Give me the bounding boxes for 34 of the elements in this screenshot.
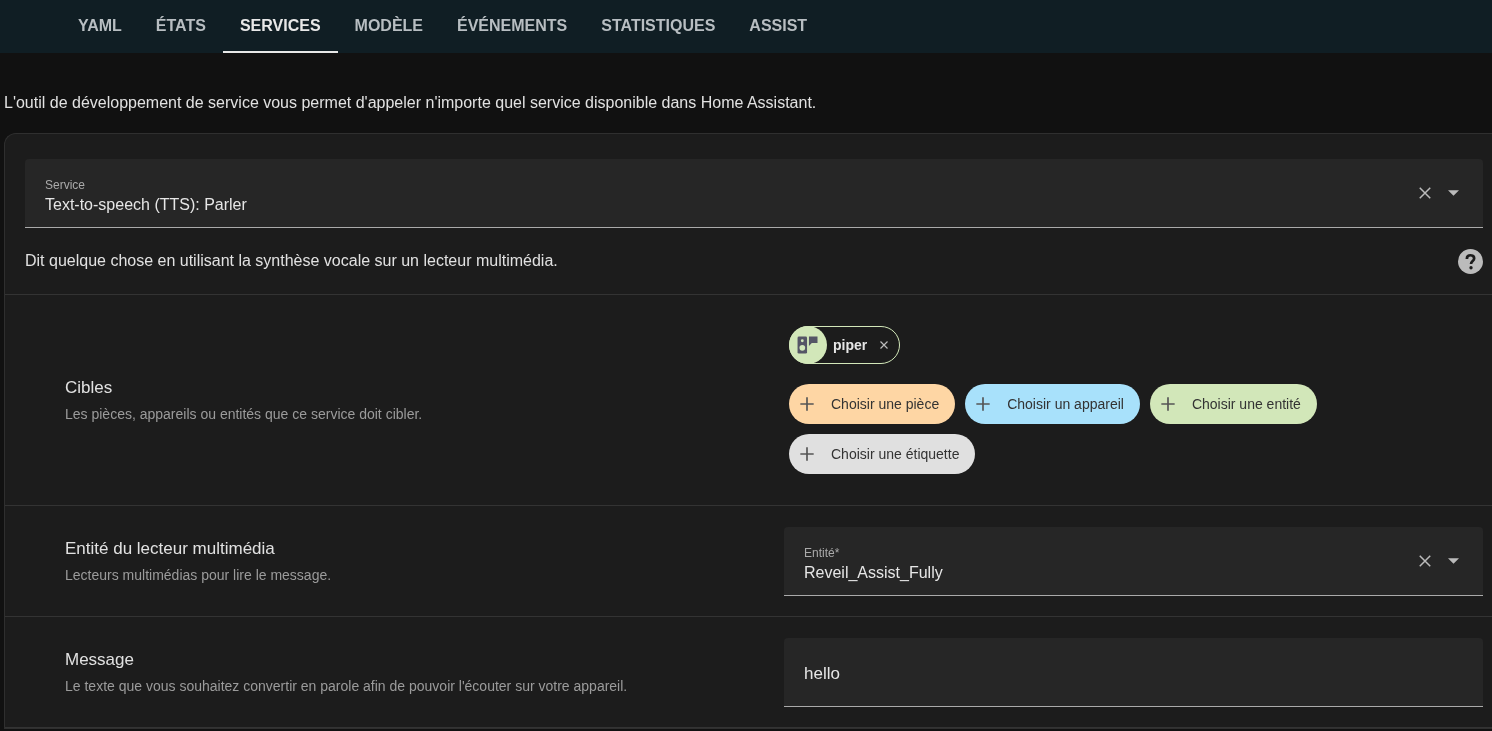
tab[interactable]: MODÈLE <box>337 0 440 53</box>
tab[interactable]: ÉVÉNEMENTS <box>440 0 585 53</box>
add-target-button[interactable]: Choisir une étiquette <box>789 434 976 474</box>
field-hint: Les pièces, appareils ou entités que ce service doit cibler. <box>65 406 424 422</box>
service-description: Dit quelque chose en utilisant la synthèse vocale sur un lecteur multimédia. <box>25 252 558 270</box>
entity-select[interactable]: Entité* Reveil_Assist_Fully <box>784 526 1483 596</box>
field-value: Text-to-speech (TTS): Parler <box>45 196 248 214</box>
tab[interactable]: ÉTATS <box>138 0 223 53</box>
field-name: Cibles <box>65 378 114 398</box>
add-target-button[interactable]: Choisir un appareil <box>965 384 1140 424</box>
caret-icon[interactable] <box>1448 557 1459 564</box>
service-select[interactable]: Service Text-to-speech (TTS): Parler <box>25 159 1483 228</box>
tab[interactable]: STATISTIQUES <box>584 0 733 53</box>
tab[interactable]: ASSIST <box>732 0 825 53</box>
field-name: Entité du lecteur multimédia <box>65 539 276 559</box>
message-field[interactable]: hello <box>784 637 1483 707</box>
field-name: Message <box>65 650 135 670</box>
field-hint: Lecteurs multimédias pour lire le message. <box>65 567 333 583</box>
tab[interactable]: SERVICES <box>222 0 338 53</box>
field-value: Reveil_Assist_Fully <box>804 563 944 582</box>
plus-icon <box>797 444 817 464</box>
caret-icon[interactable] <box>1448 190 1459 196</box>
plus-icon <box>797 394 817 414</box>
add-target-button[interactable]: Choisir une pièce <box>789 384 956 424</box>
field-hint: Le texte que vous souhaitez convertir en parole afin de pouvoir l'écouter sur votre appareil. <box>65 678 629 694</box>
help-icon[interactable] <box>1458 248 1483 274</box>
tab[interactable]: YAML <box>61 0 139 53</box>
add-target-button[interactable]: Choisir une entité <box>1149 384 1317 424</box>
chip-label: piper <box>833 337 868 353</box>
field-label: Entité* <box>804 545 841 560</box>
speaker-icon <box>789 326 827 364</box>
intro-text: L'outil de développement de service vous permet d'appeler n'importe quel service disponible dans Home Assistant. <box>4 93 818 113</box>
field-label: Service <box>45 178 86 192</box>
clear-icon[interactable] <box>1416 184 1434 202</box>
